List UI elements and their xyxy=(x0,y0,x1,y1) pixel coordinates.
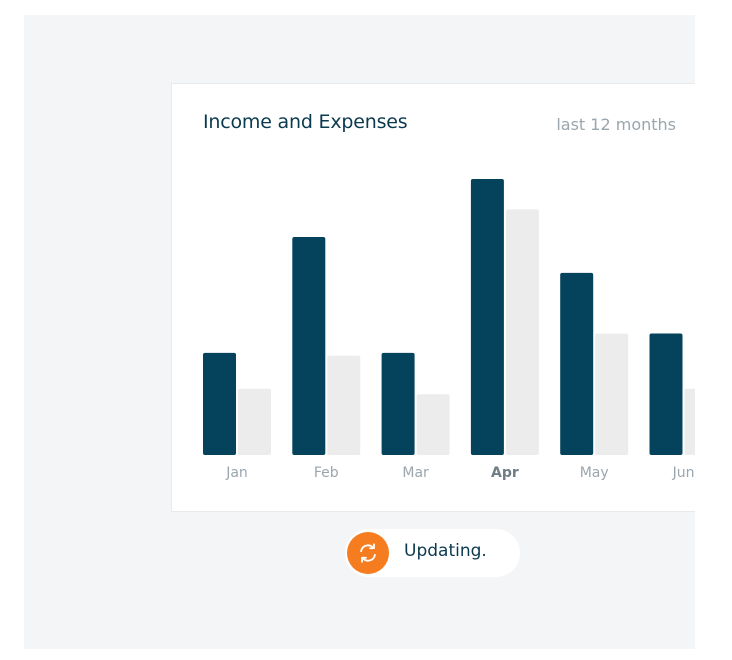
bar-chart: Jan Feb Mar Apr May Jun xyxy=(203,179,696,481)
x-tick-label: Jun xyxy=(672,465,695,481)
bar-expenses-may[interactable] xyxy=(595,333,629,455)
background-panel: Income and Expenses last 12 months Jan Fe… xyxy=(24,15,695,649)
bar-income-apr[interactable] xyxy=(470,179,504,455)
bar-income-jun[interactable] xyxy=(649,333,683,455)
x-tick-label: Apr xyxy=(491,465,519,481)
bar-expenses-feb[interactable] xyxy=(327,355,361,455)
bar-income-jan[interactable] xyxy=(203,352,236,455)
x-tick-label: Jan xyxy=(225,465,248,481)
bar-income-may[interactable] xyxy=(560,272,594,455)
bar-income-mar[interactable] xyxy=(381,352,415,455)
chart-card: Income and Expenses last 12 months Jan Fe… xyxy=(171,83,695,512)
bar-expenses-mar[interactable] xyxy=(416,394,450,455)
bar-expenses-jan[interactable] xyxy=(238,388,271,455)
status-pill: Updating. xyxy=(345,529,520,577)
status-text: Updating. xyxy=(404,541,487,561)
x-tick-label: May xyxy=(580,465,609,481)
bar-expenses-apr[interactable] xyxy=(505,209,539,455)
bar-expenses-jun[interactable] xyxy=(684,388,696,455)
refresh-icon xyxy=(347,532,389,574)
bar-income-feb[interactable] xyxy=(292,236,326,455)
x-tick-label: Feb xyxy=(314,465,339,481)
x-tick-label: Mar xyxy=(402,465,429,481)
